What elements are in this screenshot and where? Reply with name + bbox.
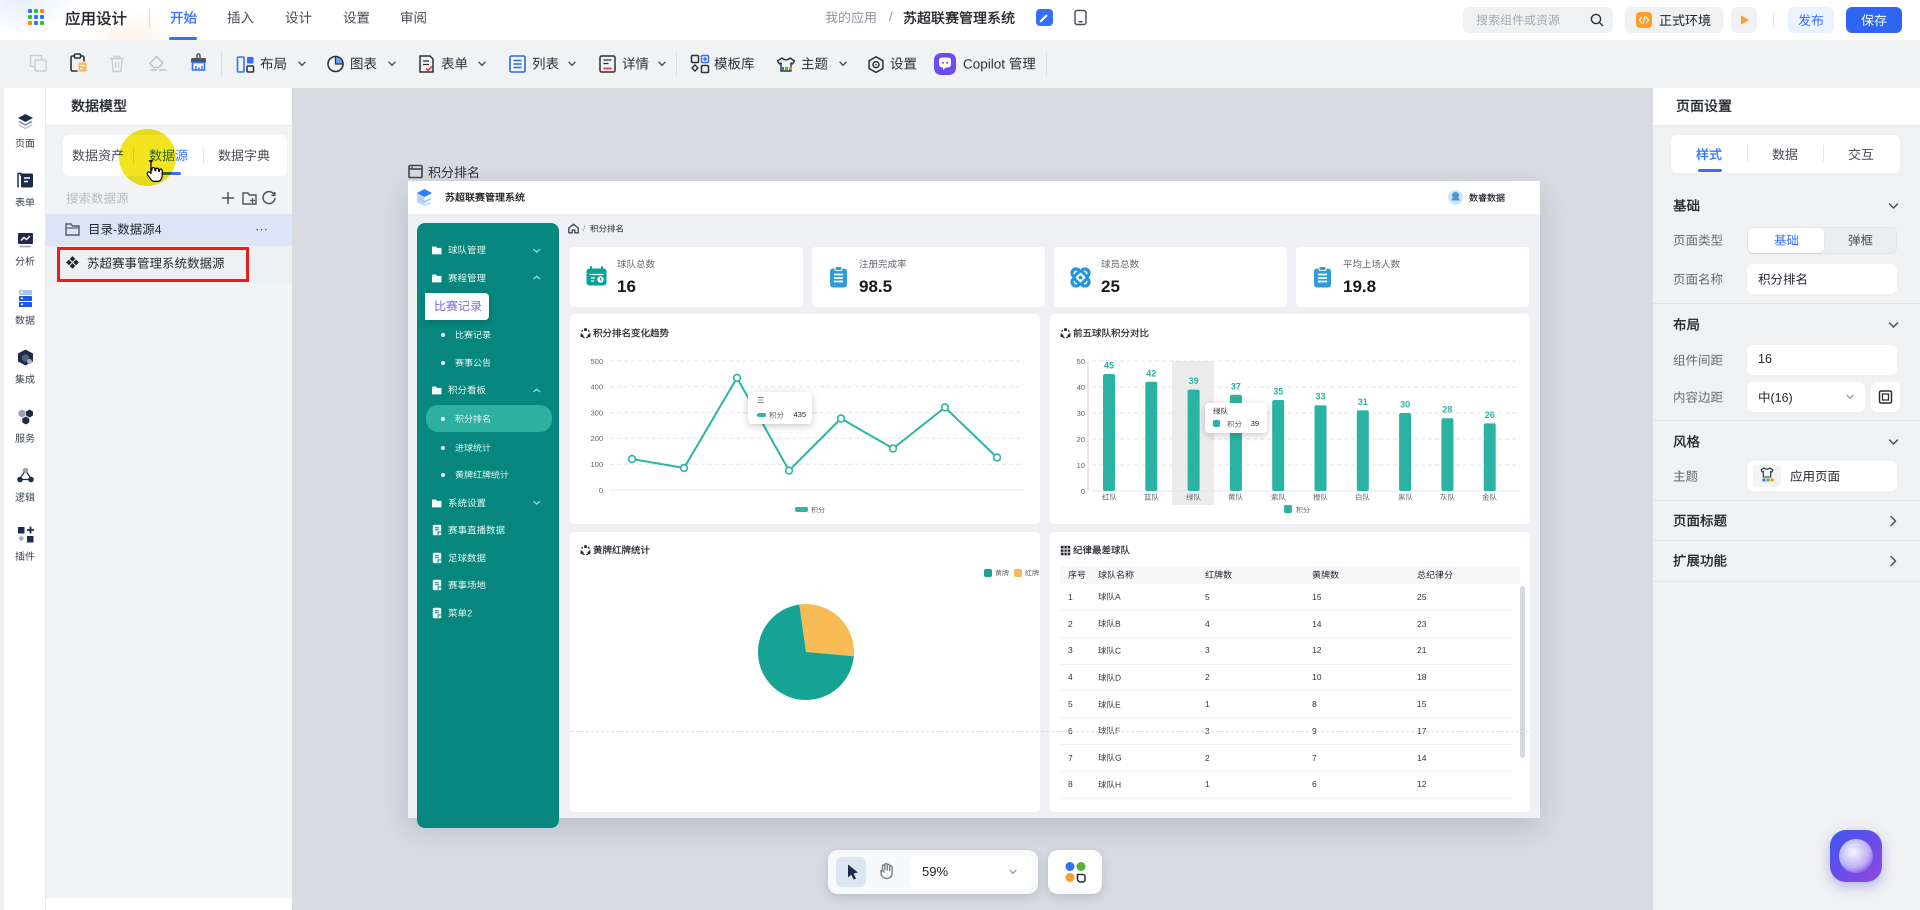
svg-text:39: 39 bbox=[1189, 376, 1199, 386]
svg-text:200: 200 bbox=[590, 434, 603, 443]
svg-text:50: 50 bbox=[1077, 357, 1085, 366]
svg-text:28: 28 bbox=[1442, 405, 1452, 415]
svg-text:31: 31 bbox=[1358, 397, 1368, 407]
svg-text:20: 20 bbox=[1077, 435, 1085, 444]
svg-text:400: 400 bbox=[590, 383, 603, 392]
svg-text:300: 300 bbox=[590, 408, 603, 417]
svg-text:33: 33 bbox=[1315, 392, 1325, 402]
svg-text:35: 35 bbox=[1273, 387, 1283, 397]
svg-text:30: 30 bbox=[1400, 400, 1410, 410]
svg-text:30: 30 bbox=[1077, 409, 1085, 418]
svg-text:10: 10 bbox=[1077, 461, 1085, 470]
svg-text:26: 26 bbox=[1485, 410, 1495, 420]
svg-text:100: 100 bbox=[590, 460, 603, 469]
svg-text:40: 40 bbox=[1077, 383, 1085, 392]
svg-text:37: 37 bbox=[1231, 381, 1241, 391]
svg-text:0: 0 bbox=[1081, 487, 1085, 496]
svg-text:0: 0 bbox=[599, 486, 603, 495]
svg-text:500: 500 bbox=[590, 357, 603, 366]
svg-text:42: 42 bbox=[1146, 368, 1156, 378]
svg-text:45: 45 bbox=[1104, 361, 1114, 371]
